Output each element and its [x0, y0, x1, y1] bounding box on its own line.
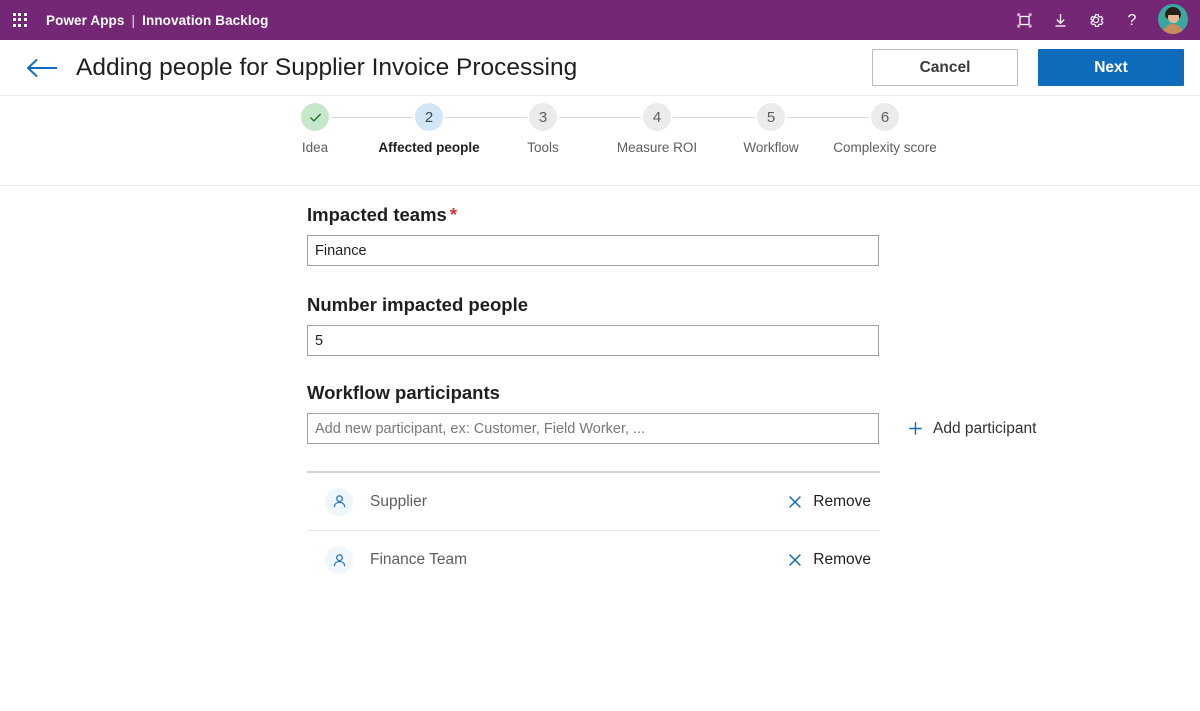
step-connector-right: [673, 116, 714, 118]
step-label: Measure ROI: [616, 140, 698, 155]
step-marker: 3: [529, 103, 557, 131]
step-tools[interactable]: 3 Tools: [486, 103, 600, 157]
new-participant-input[interactable]: [307, 413, 879, 444]
cancel-button[interactable]: Cancel: [872, 49, 1018, 86]
step-marker-check: [301, 103, 329, 131]
step-workflow[interactable]: 5 Workflow: [714, 103, 828, 157]
participant-row[interactable]: Supplier Remove: [307, 473, 880, 531]
avatar-image: [1158, 4, 1188, 34]
step-affected-people[interactable]: 2 Affected people: [372, 103, 486, 157]
wizard-stepper: Idea 2 Affected people 3 Tools 4 Measure…: [0, 96, 1200, 186]
number-impacted-people-label: Number impacted people: [307, 294, 529, 315]
person-icon: [325, 546, 353, 574]
stepper-track: Idea 2 Affected people 3 Tools 4 Measure…: [258, 96, 942, 157]
number-impacted-people-input[interactable]: [307, 325, 879, 356]
close-icon: [789, 554, 802, 566]
step-complexity-score[interactable]: 6 Complexity score: [828, 103, 942, 157]
app-window: Power Apps | Innovation Backlog ? Adding…: [0, 0, 1200, 711]
field-gap: [307, 266, 1200, 294]
required-asterisk: *: [449, 204, 458, 225]
app-launcher-icon[interactable]: [6, 6, 34, 34]
add-participant-label: Add participant: [933, 419, 1037, 437]
participant-row[interactable]: Finance Team Remove: [307, 531, 880, 589]
add-participant-row: Add participant: [307, 413, 1200, 444]
back-arrow-icon[interactable]: [22, 48, 62, 88]
step-measure-roi[interactable]: 4 Measure ROI: [600, 103, 714, 157]
participants-list: Supplier Remove Finance Team Remove: [307, 473, 880, 589]
affected-people-form: Impacted teams* Number impacted people W…: [0, 186, 1200, 589]
plus-icon: [909, 422, 922, 435]
suite-bar: Power Apps | Innovation Backlog ?: [0, 0, 1200, 40]
step-marker: 6: [871, 103, 899, 131]
step-label: Idea: [301, 140, 329, 155]
step-connector-left: [486, 116, 527, 118]
brand-separator: |: [131, 12, 136, 28]
remove-label: Remove: [813, 492, 871, 510]
close-icon: [789, 495, 802, 508]
step-connector-right: [331, 116, 372, 118]
fit-to-screen-icon[interactable]: [1008, 4, 1040, 36]
step-connector-left: [828, 116, 869, 118]
app-name-label[interactable]: Innovation Backlog: [142, 13, 268, 28]
remove-participant-button[interactable]: Remove: [787, 551, 871, 569]
workflow-participants-label: Workflow participants: [307, 382, 500, 403]
step-label: Tools: [527, 140, 559, 155]
remove-participant-button[interactable]: Remove: [787, 493, 871, 511]
settings-gear-icon[interactable]: [1080, 4, 1112, 36]
command-header: Adding people for Supplier Invoice Proce…: [0, 40, 1200, 96]
step-label: Affected people: [378, 140, 480, 155]
brand-label[interactable]: Power Apps: [46, 13, 125, 28]
impacted-teams-label-text: Impacted teams: [307, 204, 447, 225]
impacted-teams-input[interactable]: [307, 235, 879, 266]
add-participant-button[interactable]: Add participant: [907, 420, 1036, 438]
participant-name: Finance Team: [370, 551, 468, 568]
step-connector-left: [372, 116, 413, 118]
person-icon: [325, 487, 353, 516]
field-gap: [307, 356, 1200, 382]
next-button[interactable]: Next: [1038, 49, 1184, 86]
step-connector-right: [559, 116, 600, 118]
participant-name: Supplier: [370, 492, 427, 510]
step-connector-right: [445, 116, 486, 118]
step-label: Complexity score: [833, 140, 937, 155]
suite-actions: ?: [1008, 4, 1190, 36]
suite-brand: Power Apps | Innovation Backlog: [46, 13, 268, 28]
step-marker: 5: [757, 103, 785, 131]
impacted-teams-label: Impacted teams *: [307, 204, 1200, 226]
step-marker: 4: [643, 103, 671, 131]
remove-label: Remove: [813, 551, 871, 568]
step-connector-right: [787, 116, 828, 118]
step-marker: 2: [415, 103, 443, 131]
help-question-icon[interactable]: ?: [1116, 4, 1148, 36]
user-avatar[interactable]: [1158, 4, 1190, 36]
step-label: Workflow: [743, 140, 799, 155]
page-title: Adding people for Supplier Invoice Proce…: [76, 53, 578, 81]
step-connector-left: [600, 116, 641, 118]
step-idea[interactable]: Idea: [258, 103, 372, 157]
svg-text:?: ?: [1128, 12, 1137, 29]
step-connector-left: [714, 116, 755, 118]
download-icon[interactable]: [1044, 4, 1076, 36]
